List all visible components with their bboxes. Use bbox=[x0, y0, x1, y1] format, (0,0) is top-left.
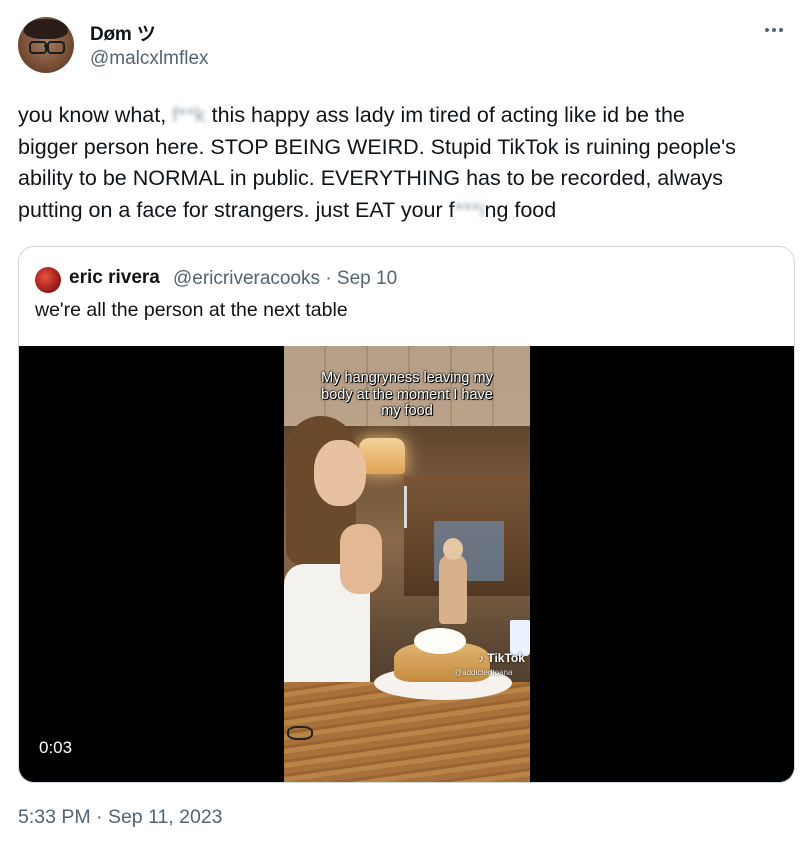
caption-line: my food bbox=[381, 403, 433, 419]
tweet-line-3: ability to be NORMAL in public. EVERYTHI… bbox=[18, 166, 724, 190]
tweet-timestamp[interactable]: 5:33 PM · Sep 11, 2023 bbox=[18, 806, 223, 829]
tweet-line-4: putting on a face for strangers. just EA… bbox=[18, 195, 793, 227]
tweet: Døm ツ @malcxlmflex you know what, f**k t… bbox=[0, 0, 800, 841]
more-horizontal-icon bbox=[765, 28, 769, 32]
tiktok-watermark-label: TikTok bbox=[487, 651, 525, 665]
avatar-hair bbox=[24, 19, 68, 39]
more-horizontal-icon-dot bbox=[779, 28, 783, 32]
tweet-text-segment: you know what, bbox=[18, 103, 173, 127]
author-display-name[interactable]: Døm ツ bbox=[90, 19, 156, 46]
quoted-tweet[interactable]: eric rivera @ericriveracooks · Sep 10 we… bbox=[18, 246, 795, 783]
caption-line: body at the moment I have bbox=[321, 386, 493, 403]
tweet-text-segment: ng food bbox=[484, 197, 557, 222]
quoted-tweet-text: we're all the person at the next table bbox=[35, 299, 348, 321]
more-horizontal-icon-dot bbox=[772, 28, 776, 32]
background-person bbox=[439, 538, 467, 624]
avatar-glasses-right bbox=[47, 41, 65, 54]
more-options-button[interactable] bbox=[760, 20, 788, 40]
video-player[interactable]: My hangryness leaving my body at the mom… bbox=[19, 346, 794, 782]
tiktok-watermark: ♪ TikTok bbox=[478, 651, 525, 665]
whipped-cream bbox=[414, 628, 466, 654]
video-caption: My hangryness leaving my body at the mom… bbox=[284, 370, 530, 420]
quoted-author-handle-date[interactable]: @ericriveracooks · Sep 10 bbox=[173, 268, 397, 290]
tweet-text-segment: putting on a face for strangers. just EA… bbox=[18, 197, 455, 222]
tiktok-watermark-user: @addictedtoana bbox=[454, 668, 513, 677]
censored-word: ***i bbox=[454, 197, 485, 222]
author-avatar[interactable] bbox=[18, 17, 74, 73]
video-duration: 0:03 bbox=[33, 735, 79, 761]
woman-eating bbox=[284, 416, 394, 686]
quoted-author-avatar[interactable] bbox=[35, 267, 61, 293]
background-person-head bbox=[443, 538, 463, 560]
video-frame: My hangryness leaving my body at the mom… bbox=[284, 346, 530, 782]
fork bbox=[404, 486, 407, 528]
author-handle[interactable]: @malcxlmflex bbox=[90, 48, 209, 70]
hair-tie bbox=[287, 726, 313, 740]
censored-word: f**k bbox=[172, 103, 206, 127]
woman-face bbox=[314, 440, 366, 506]
tweet-text: you know what, f**k this happy ass lady … bbox=[18, 100, 793, 226]
caption-line: My hangryness leaving my bbox=[321, 370, 493, 386]
woman-arm bbox=[340, 524, 382, 594]
tweet-line-1: you know what, f**k this happy ass lady … bbox=[18, 100, 793, 132]
tweet-text-segment: this happy ass lady im tired of acting l… bbox=[205, 103, 685, 127]
tweet-line-2: bigger person here. STOP BEING WEIRD. St… bbox=[18, 134, 736, 159]
quoted-author-name[interactable]: eric rivera bbox=[69, 267, 160, 289]
avatar-glasses-left bbox=[29, 41, 47, 54]
